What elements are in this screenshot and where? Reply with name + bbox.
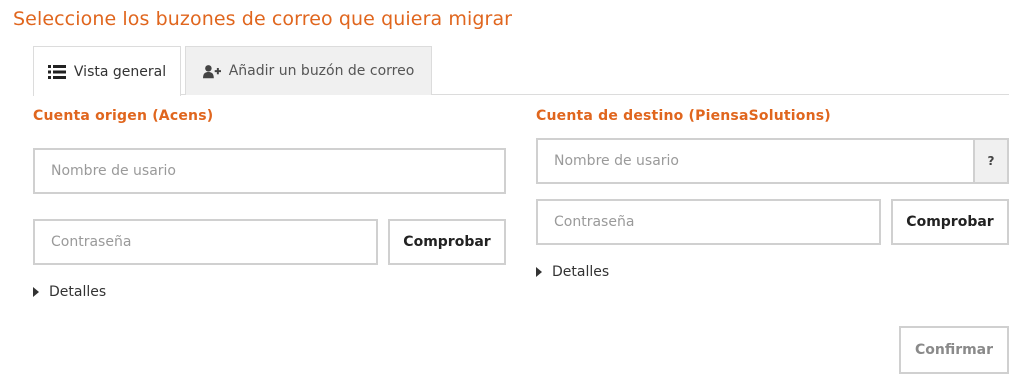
tab-label: Añadir un buzón de correo xyxy=(228,63,415,79)
caret-right-icon xyxy=(536,267,542,277)
tab-add-mailbox[interactable]: Añadir un buzón de correo xyxy=(185,46,432,95)
caret-right-icon xyxy=(33,287,39,297)
destination-account-title: Cuenta de destino (PiensaSolutions) xyxy=(536,108,831,124)
destination-check-button[interactable]: Comprobar xyxy=(891,199,1009,245)
source-check-button[interactable]: Comprobar xyxy=(388,219,506,265)
list-icon xyxy=(47,64,66,79)
tab-label: Vista general xyxy=(73,63,167,80)
source-password-input[interactable] xyxy=(33,219,378,265)
source-details-toggle[interactable]: Detalles xyxy=(33,284,106,300)
destination-password-input[interactable] xyxy=(536,199,881,245)
source-account-title: Cuenta origen (Acens) xyxy=(33,108,214,124)
details-label: Detalles xyxy=(49,284,107,300)
help-button[interactable]: ? xyxy=(974,138,1009,184)
tab-bar: Vista general Añadir un buzón de correo xyxy=(33,46,1009,96)
details-label: Detalles xyxy=(552,264,610,280)
destination-details-toggle[interactable]: Detalles xyxy=(536,264,609,280)
page-title: Seleccione los buzones de correo que qui… xyxy=(13,8,513,30)
source-username-input[interactable] xyxy=(33,148,506,194)
add-user-icon xyxy=(202,64,221,79)
destination-username-input[interactable] xyxy=(536,138,975,184)
confirm-button[interactable]: Confirmar xyxy=(899,326,1009,374)
tab-vista-general[interactable]: Vista general xyxy=(33,46,181,96)
